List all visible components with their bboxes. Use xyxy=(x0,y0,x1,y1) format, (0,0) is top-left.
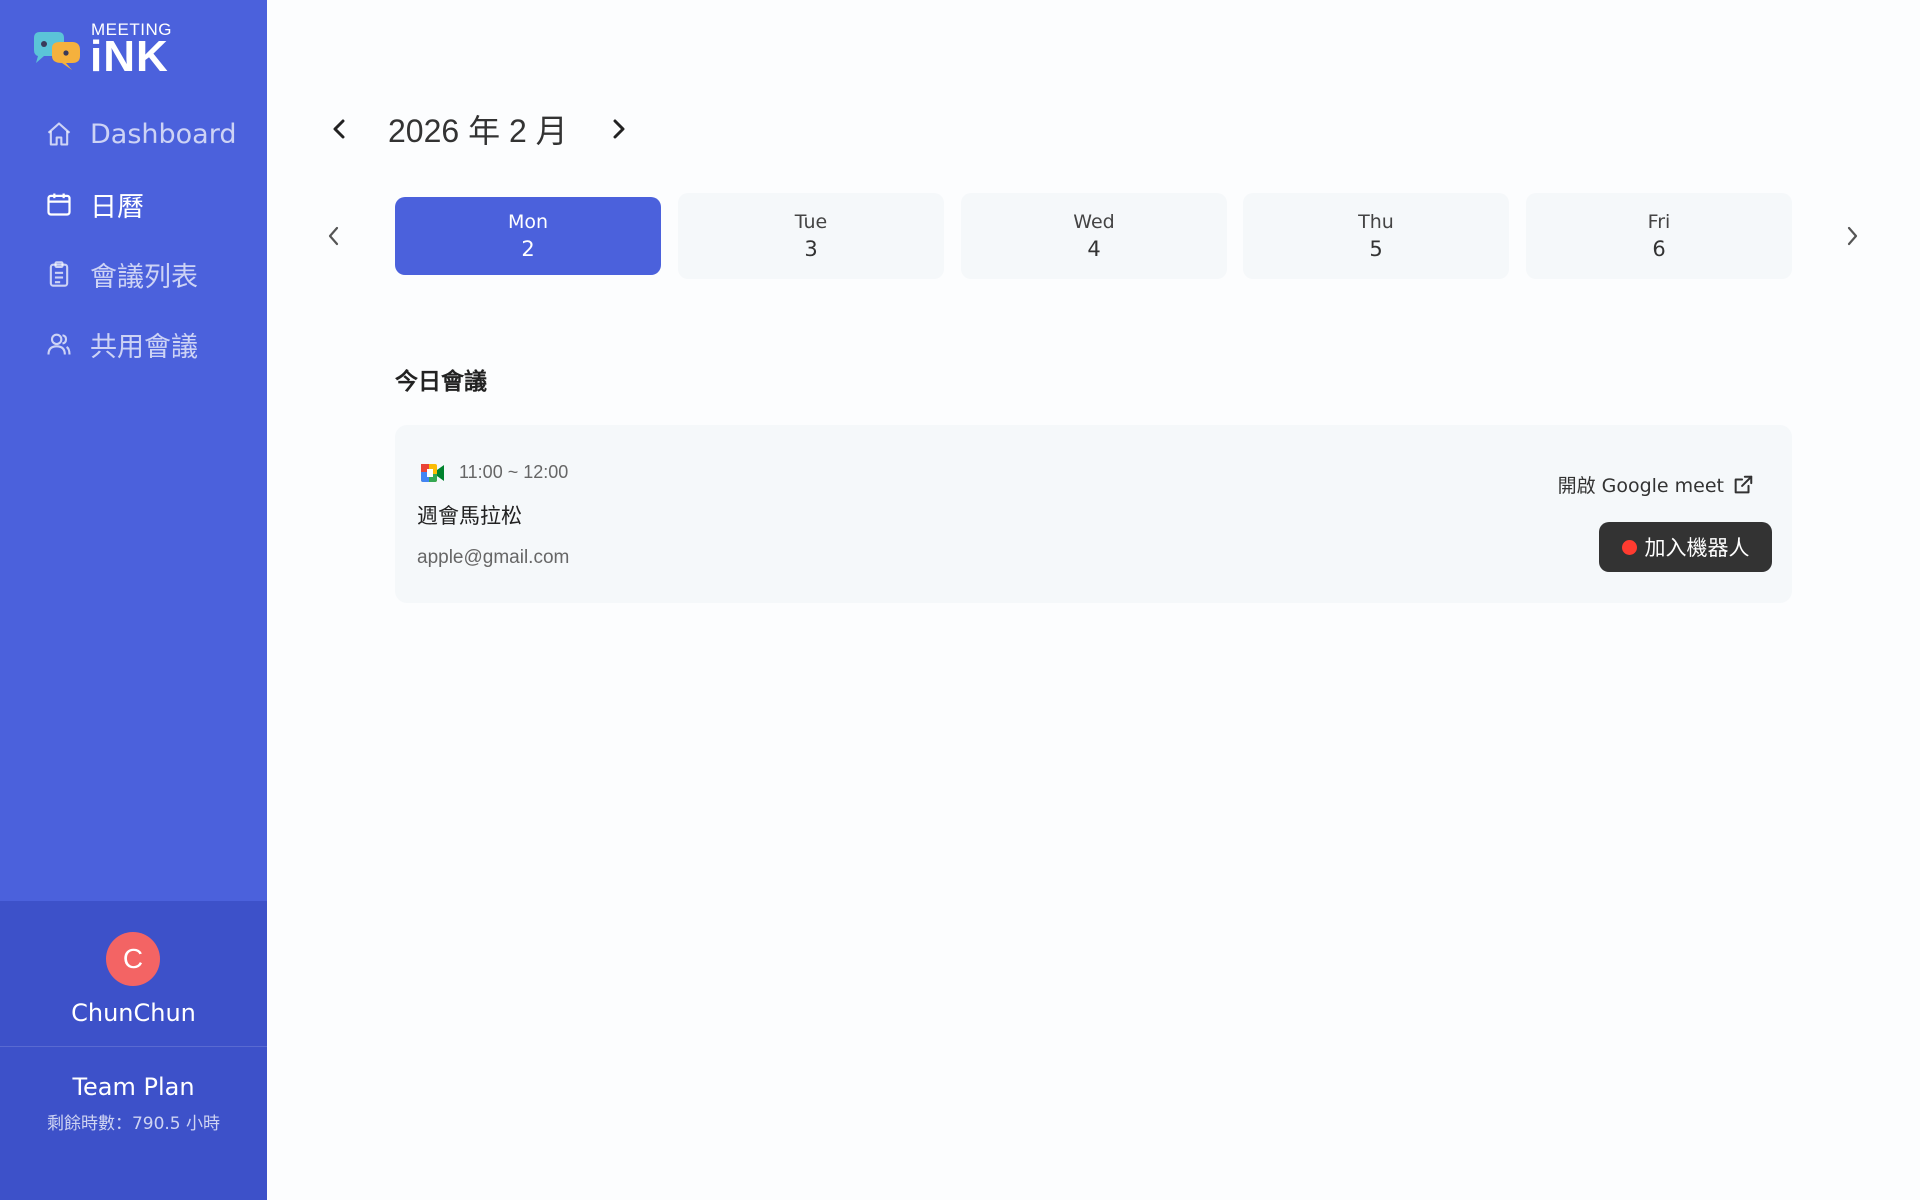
next-week-button[interactable] xyxy=(1836,218,1868,254)
day-number: 6 xyxy=(1652,237,1666,261)
record-dot-icon xyxy=(1621,539,1637,555)
sidebar: MEETING iNK Dashboard 日曆 會議列表 共用會議 C Chu… xyxy=(0,0,267,1200)
meeting-title: 週會馬拉松 xyxy=(417,504,522,528)
day-name: Tue xyxy=(794,211,828,233)
month-navigation: 2026 年 2 月 xyxy=(320,104,638,154)
day-card-thu[interactable]: Thu 5 xyxy=(1243,193,1509,279)
meeting-time: 11:00 ~ 12:00 xyxy=(459,462,569,482)
user-name: ChunChun xyxy=(71,999,196,1027)
plan-title: Team Plan xyxy=(72,1073,195,1101)
open-google-meet-label: 開啟 Google meet xyxy=(1557,475,1724,497)
day-card-tue[interactable]: Tue 3 xyxy=(678,193,944,279)
sidebar-item-label: 日曆 xyxy=(90,191,144,223)
open-google-meet-link[interactable]: 開啟 Google meet xyxy=(1558,471,1754,498)
home-icon xyxy=(44,119,74,149)
sidebar-item-label: 會議列表 xyxy=(90,261,198,293)
external-link-icon xyxy=(1734,475,1753,493)
google-meet-icon xyxy=(421,464,444,482)
app-logo[interactable]: MEETING iNK xyxy=(30,18,190,82)
chevron-left-icon xyxy=(333,119,345,139)
user-panel[interactable]: C ChunChun xyxy=(0,901,267,1047)
day-number: 4 xyxy=(1087,237,1101,261)
day-card-mon[interactable]: Mon 2 xyxy=(395,197,661,275)
clipboard-icon xyxy=(44,259,74,289)
sidebar-item-label: Dashboard xyxy=(90,118,237,150)
day-name: Mon xyxy=(507,211,549,233)
sidebar-item-label: 共用會議 xyxy=(90,331,198,363)
day-number: 2 xyxy=(521,237,535,261)
sidebar-item-calendar[interactable]: 日曆 xyxy=(0,169,267,239)
plan-panel: Team Plan 剩餘時數：790.5 小時 xyxy=(0,1047,267,1200)
day-name: Fri xyxy=(1647,211,1671,233)
sidebar-nav: Dashboard 日曆 會議列表 共用會議 xyxy=(0,99,267,379)
month-label: 2026 年 2 月 xyxy=(388,113,568,149)
day-name: Wed xyxy=(1073,211,1115,233)
day-card-wed[interactable]: Wed 4 xyxy=(961,193,1227,279)
calendar-icon xyxy=(44,189,74,219)
avatar[interactable]: C xyxy=(106,932,160,986)
plan-remaining-hours: 剩餘時數：790.5 小時 xyxy=(46,1114,221,1134)
prev-month-button[interactable] xyxy=(320,109,360,149)
chat-bubbles-icon xyxy=(34,32,80,70)
chevron-left-icon xyxy=(328,226,339,246)
sidebar-item-meeting-list[interactable]: 會議列表 xyxy=(0,239,267,309)
users-icon xyxy=(44,329,74,359)
day-card-fri[interactable]: Fri 6 xyxy=(1526,193,1792,279)
meeting-organizer-email: apple@gmail.com xyxy=(417,547,570,568)
sidebar-item-shared-meetings[interactable]: 共用會議 xyxy=(0,309,267,379)
sidebar-item-dashboard[interactable]: Dashboard xyxy=(0,99,267,169)
day-number: 3 xyxy=(804,237,818,261)
chevron-right-icon xyxy=(613,119,625,139)
join-bot-label: 加入機器人 xyxy=(1644,536,1750,560)
meeting-card[interactable]: 11:00 ~ 12:00 週會馬拉松 apple@gmail.com 開啟 G… xyxy=(395,425,1792,603)
day-name: Thu xyxy=(1358,211,1394,233)
prev-week-button[interactable] xyxy=(318,218,350,254)
logo-text-big: iNK xyxy=(90,32,169,81)
join-bot-button[interactable]: 加入機器人 xyxy=(1599,522,1772,572)
today-meetings-title: 今日會議 xyxy=(395,369,487,395)
chevron-right-icon xyxy=(1847,226,1858,246)
day-number: 5 xyxy=(1369,237,1383,261)
next-month-button[interactable] xyxy=(598,109,638,149)
